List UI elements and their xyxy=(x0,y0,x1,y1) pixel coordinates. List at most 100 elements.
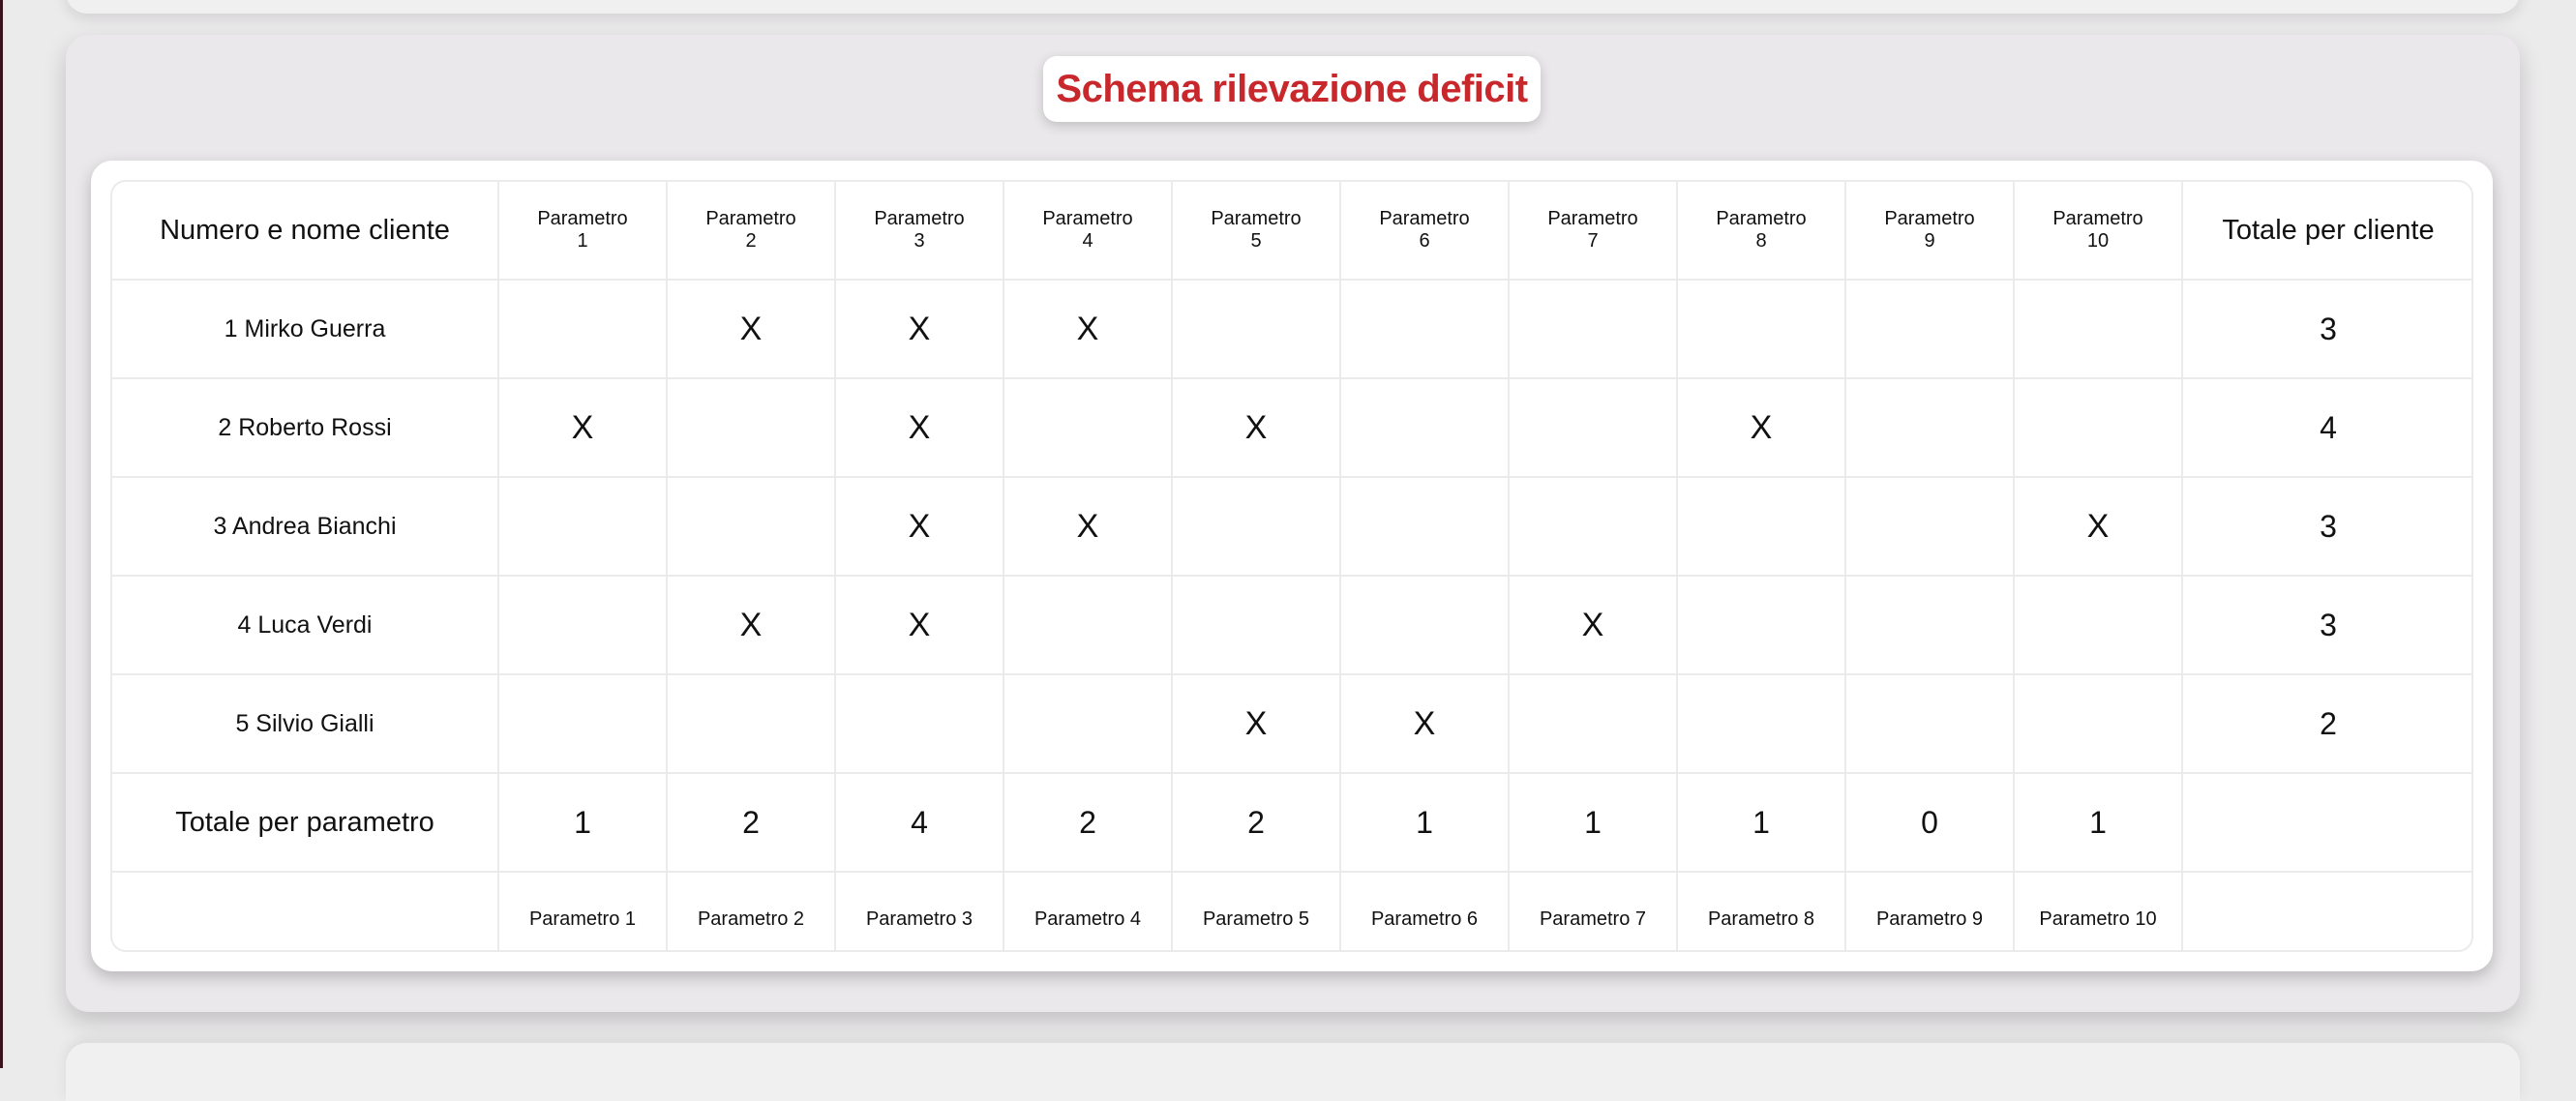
deficit-cell-parameter-7 xyxy=(1508,377,1678,478)
footer-parameter-7: Parametro 7 xyxy=(1508,871,1678,950)
header-parameter-label: Parametro xyxy=(1042,208,1133,229)
deficit-cell-parameter-7 xyxy=(1508,673,1678,774)
client-total: 2 xyxy=(2181,673,2471,774)
header-parameter-label: Parametro xyxy=(874,208,965,229)
parameter-total-4: 2 xyxy=(1003,772,1173,873)
totals-row-label: Totale per parametro xyxy=(112,772,499,873)
deficit-cell-parameter-5 xyxy=(1171,279,1341,379)
previous-card xyxy=(66,0,2520,14)
client-name: 1 Mirko Guerra xyxy=(112,279,499,379)
deficit-cell-parameter-9 xyxy=(1844,673,2015,774)
footer-row: Parametro 1 Parametro 2 Parametro 3 Paramet… xyxy=(112,871,2471,950)
deficit-cell-parameter-1: X xyxy=(497,377,668,478)
header-parameter-number: 1 xyxy=(577,230,588,252)
deficit-cell-parameter-8: X xyxy=(1676,377,1846,478)
header-parameter-number: 2 xyxy=(745,230,757,252)
footer-parameter-6: Parametro 6 xyxy=(1339,871,1510,950)
deficit-cell-parameter-3: X xyxy=(834,476,1004,577)
deficit-cell-parameter-5: X xyxy=(1171,673,1341,774)
footer-parameter-1: Parametro 1 xyxy=(497,871,668,950)
header-parameter-number: 8 xyxy=(1755,230,1767,252)
header-parameter-number: 5 xyxy=(1250,230,1262,252)
parameter-total-6: 1 xyxy=(1339,772,1510,873)
footer-row-empty-cell xyxy=(2181,871,2471,950)
deficit-cell-parameter-2: X xyxy=(666,575,836,675)
header-parameter-label: Parametro xyxy=(705,208,796,229)
deficit-cell-parameter-6 xyxy=(1339,476,1510,577)
client-name: 4 Luca Verdi xyxy=(112,575,499,675)
next-card xyxy=(66,1043,2520,1101)
deficit-cell-parameter-1 xyxy=(497,476,668,577)
header-parameter-label: Parametro xyxy=(1547,208,1638,229)
deficit-cell-parameter-1 xyxy=(497,673,668,774)
deficit-cell-parameter-8 xyxy=(1676,476,1846,577)
header-row: Numero e nome cliente Parametro 1 Paramet… xyxy=(112,182,2471,281)
footer-parameter-10: Parametro 10 xyxy=(2013,871,2183,950)
footer-parameter-4: Parametro 4 xyxy=(1003,871,1173,950)
deficit-table-body: Numero e nome cliente Parametro 1 Paramet… xyxy=(112,182,2471,950)
deficit-cell-parameter-7 xyxy=(1508,279,1678,379)
deficit-cell-parameter-3: X xyxy=(834,279,1004,379)
deficit-cell-parameter-3 xyxy=(834,673,1004,774)
client-name: 2 Roberto Rossi xyxy=(112,377,499,478)
client-row: 3 Andrea Bianchi X X X 3 xyxy=(112,476,2471,577)
parameter-total-7: 1 xyxy=(1508,772,1678,873)
deficit-cell-parameter-7: X xyxy=(1508,575,1678,675)
client-total: 3 xyxy=(2181,575,2471,675)
deficit-cell-parameter-4 xyxy=(1003,673,1173,774)
deficit-cell-parameter-5: X xyxy=(1171,377,1341,478)
parameter-total-9: 0 xyxy=(1844,772,2015,873)
deficit-cell-parameter-5 xyxy=(1171,476,1341,577)
header-parameter-label: Parametro xyxy=(1716,208,1807,229)
header-parameter-6: Parametro 6 xyxy=(1339,182,1510,281)
header-parameter-3: Parametro 3 xyxy=(834,182,1004,281)
deficit-cell-parameter-9 xyxy=(1844,575,2015,675)
deficit-cell-parameter-10 xyxy=(2013,279,2183,379)
client-total: 4 xyxy=(2181,377,2471,478)
parameter-total-5: 2 xyxy=(1171,772,1341,873)
footer-parameter-5: Parametro 5 xyxy=(1171,871,1341,950)
client-row: 4 Luca Verdi X X X 3 xyxy=(112,575,2471,675)
deficit-table-frame: Numero e nome cliente Parametro 1 Paramet… xyxy=(110,180,2473,952)
deficit-cell-parameter-2 xyxy=(666,673,836,774)
client-total: 3 xyxy=(2181,476,2471,577)
deficit-cell-parameter-8 xyxy=(1676,575,1846,675)
client-name: 3 Andrea Bianchi xyxy=(112,476,499,577)
header-parameter-number: 10 xyxy=(2086,230,2110,252)
client-name: 5 Silvio Gialli xyxy=(112,673,499,774)
deficit-cell-parameter-8 xyxy=(1676,673,1846,774)
header-parameter-label: Parametro xyxy=(2052,208,2143,229)
header-parameter-number: 4 xyxy=(1082,230,1093,252)
deficit-cell-parameter-8 xyxy=(1676,279,1846,379)
deficit-cell-parameter-2: X xyxy=(666,279,836,379)
deficit-cell-parameter-3: X xyxy=(834,377,1004,478)
deficit-cell-parameter-9 xyxy=(1844,377,2015,478)
deficit-cell-parameter-6: X xyxy=(1339,673,1510,774)
deficit-cell-parameter-10: X xyxy=(2013,476,2183,577)
header-parameter-1: Parametro 1 xyxy=(497,182,668,281)
deficit-cell-parameter-1 xyxy=(497,575,668,675)
header-parameter-number: 6 xyxy=(1419,230,1430,252)
deficit-cell-parameter-3: X xyxy=(834,575,1004,675)
deficit-cell-parameter-9 xyxy=(1844,476,2015,577)
deficit-cell-parameter-10 xyxy=(2013,377,2183,478)
deficit-table: Numero e nome cliente Parametro 1 Paramet… xyxy=(112,182,2471,950)
footer-parameter-3: Parametro 3 xyxy=(834,871,1004,950)
parameter-total-1: 1 xyxy=(497,772,668,873)
client-row: 5 Silvio Gialli X X 2 xyxy=(112,673,2471,774)
totals-row: Totale per parametro 1 2 4 2 2 1 1 1 0 1 xyxy=(112,772,2471,873)
client-row: 1 Mirko Guerra X X X 3 xyxy=(112,279,2471,379)
page-title: Schema rilevazione deficit xyxy=(1056,67,1528,110)
left-window-edge xyxy=(0,0,3,1068)
header-parameter-label: Parametro xyxy=(1884,208,1975,229)
header-parameter-number: 9 xyxy=(1924,230,1935,252)
header-parameter-9: Parametro 9 xyxy=(1844,182,2015,281)
footer-parameter-8: Parametro 8 xyxy=(1676,871,1846,950)
deficit-cell-parameter-9 xyxy=(1844,279,2015,379)
header-parameter-label: Parametro xyxy=(537,208,628,229)
header-client-column: Numero e nome cliente xyxy=(112,182,499,281)
header-parameter-2: Parametro 2 xyxy=(666,182,836,281)
parameter-total-8: 1 xyxy=(1676,772,1846,873)
deficit-cell-parameter-2 xyxy=(666,476,836,577)
deficit-cell-parameter-4 xyxy=(1003,377,1173,478)
